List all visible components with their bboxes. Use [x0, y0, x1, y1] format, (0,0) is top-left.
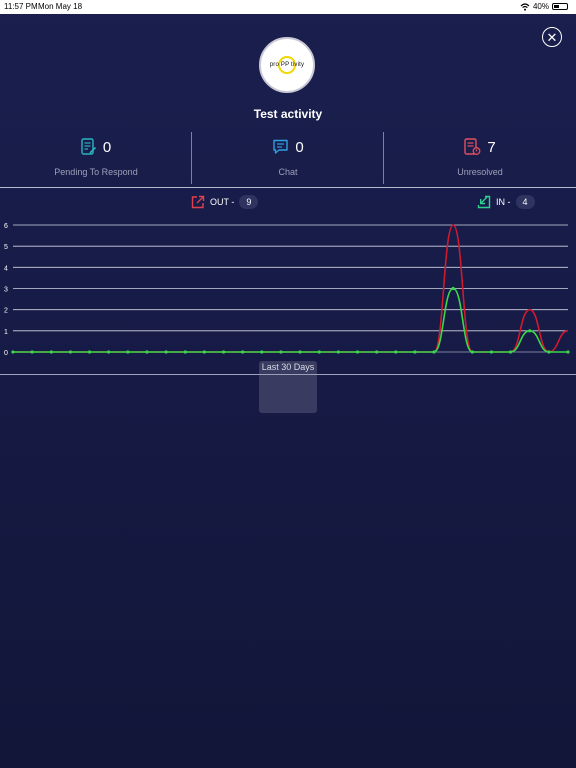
data-point: [547, 350, 551, 354]
range-label[interactable]: Last 30 Days: [0, 362, 576, 372]
data-point: [202, 350, 206, 354]
page-title: Test activity: [253, 107, 323, 121]
stat-pending-label: Pending To Respond: [54, 167, 138, 177]
stat-pending[interactable]: 0 Pending To Respond: [0, 136, 192, 177]
outgoing-arrow-icon: [191, 195, 205, 209]
incoming-arrow-icon: [477, 195, 491, 209]
data-point: [432, 350, 436, 354]
data-point: [260, 350, 264, 354]
logo-text: pro PP tivity: [269, 62, 305, 68]
stat-pending-value: 0: [102, 138, 112, 156]
data-point: [317, 350, 321, 354]
data-point: [451, 286, 455, 291]
section-divider: [0, 187, 576, 188]
data-point: [298, 350, 302, 354]
document-edit-icon: [81, 138, 96, 155]
data-point: [49, 350, 53, 354]
legend-in-count: 4: [515, 195, 535, 209]
close-icon: ✕: [546, 29, 558, 45]
y-tick-label: 4: [4, 265, 8, 272]
data-point: [336, 350, 340, 354]
stat-chat[interactable]: 0 Chat: [192, 136, 384, 177]
y-tick-label: 5: [4, 244, 8, 251]
data-point: [126, 350, 130, 354]
y-tick-label: 2: [4, 308, 8, 315]
stat-unresolved[interactable]: 7 Unresolved: [384, 136, 576, 177]
y-tick-label: 0: [4, 350, 8, 357]
legend-out-label: OUT -: [210, 197, 235, 207]
status-bar: 11:57 PM Mon May 18 40%: [0, 0, 576, 14]
data-point: [11, 350, 15, 354]
stat-chat-label: Chat: [278, 167, 298, 177]
close-button[interactable]: ✕: [542, 27, 562, 47]
data-point: [508, 350, 513, 354]
status-right: 40%: [520, 2, 568, 11]
data-point: [394, 350, 398, 354]
data-point: [413, 350, 417, 354]
legend-in-label: IN -: [496, 197, 511, 207]
data-point: [241, 350, 245, 354]
data-point: [87, 350, 92, 354]
data-point: [470, 350, 474, 354]
data-point: [164, 350, 168, 354]
stat-unresolved-value: 7: [487, 138, 496, 156]
status-time: 11:57 PM: [4, 2, 38, 11]
data-point: [107, 350, 111, 354]
battery-icon: [552, 3, 568, 10]
data-point: [145, 350, 149, 354]
data-point: [375, 350, 379, 354]
data-point: [355, 350, 360, 354]
series-line-in: [12, 287, 568, 353]
data-point: [528, 329, 532, 333]
app-logo: pro PP tivity: [259, 37, 315, 93]
legend-in: IN - 4: [477, 195, 535, 209]
data-point: [221, 350, 226, 354]
data-point: [30, 350, 34, 354]
activity-line-chart: 0 1 2 3 4 5 6: [4, 223, 570, 357]
y-tick-label: 1: [4, 329, 8, 336]
legend-out-count: 9: [239, 195, 259, 209]
stat-unresolved-label: Unresolved: [457, 167, 503, 177]
chat-icon: [273, 139, 289, 154]
legend-out: OUT - 9: [191, 195, 259, 209]
wifi-icon: [520, 2, 530, 11]
y-tick-label: 6: [4, 223, 8, 230]
data-point: [183, 350, 187, 354]
data-point: [489, 350, 494, 354]
battery-percent: 40%: [532, 2, 549, 11]
y-tick-label: 3: [4, 287, 8, 294]
document-alert-icon: [464, 138, 481, 155]
data-point: [566, 350, 570, 354]
data-point: [279, 350, 283, 354]
data-point: [68, 350, 73, 354]
status-date: Mon May 18: [38, 2, 83, 11]
stat-chat-value: 0: [295, 138, 304, 156]
